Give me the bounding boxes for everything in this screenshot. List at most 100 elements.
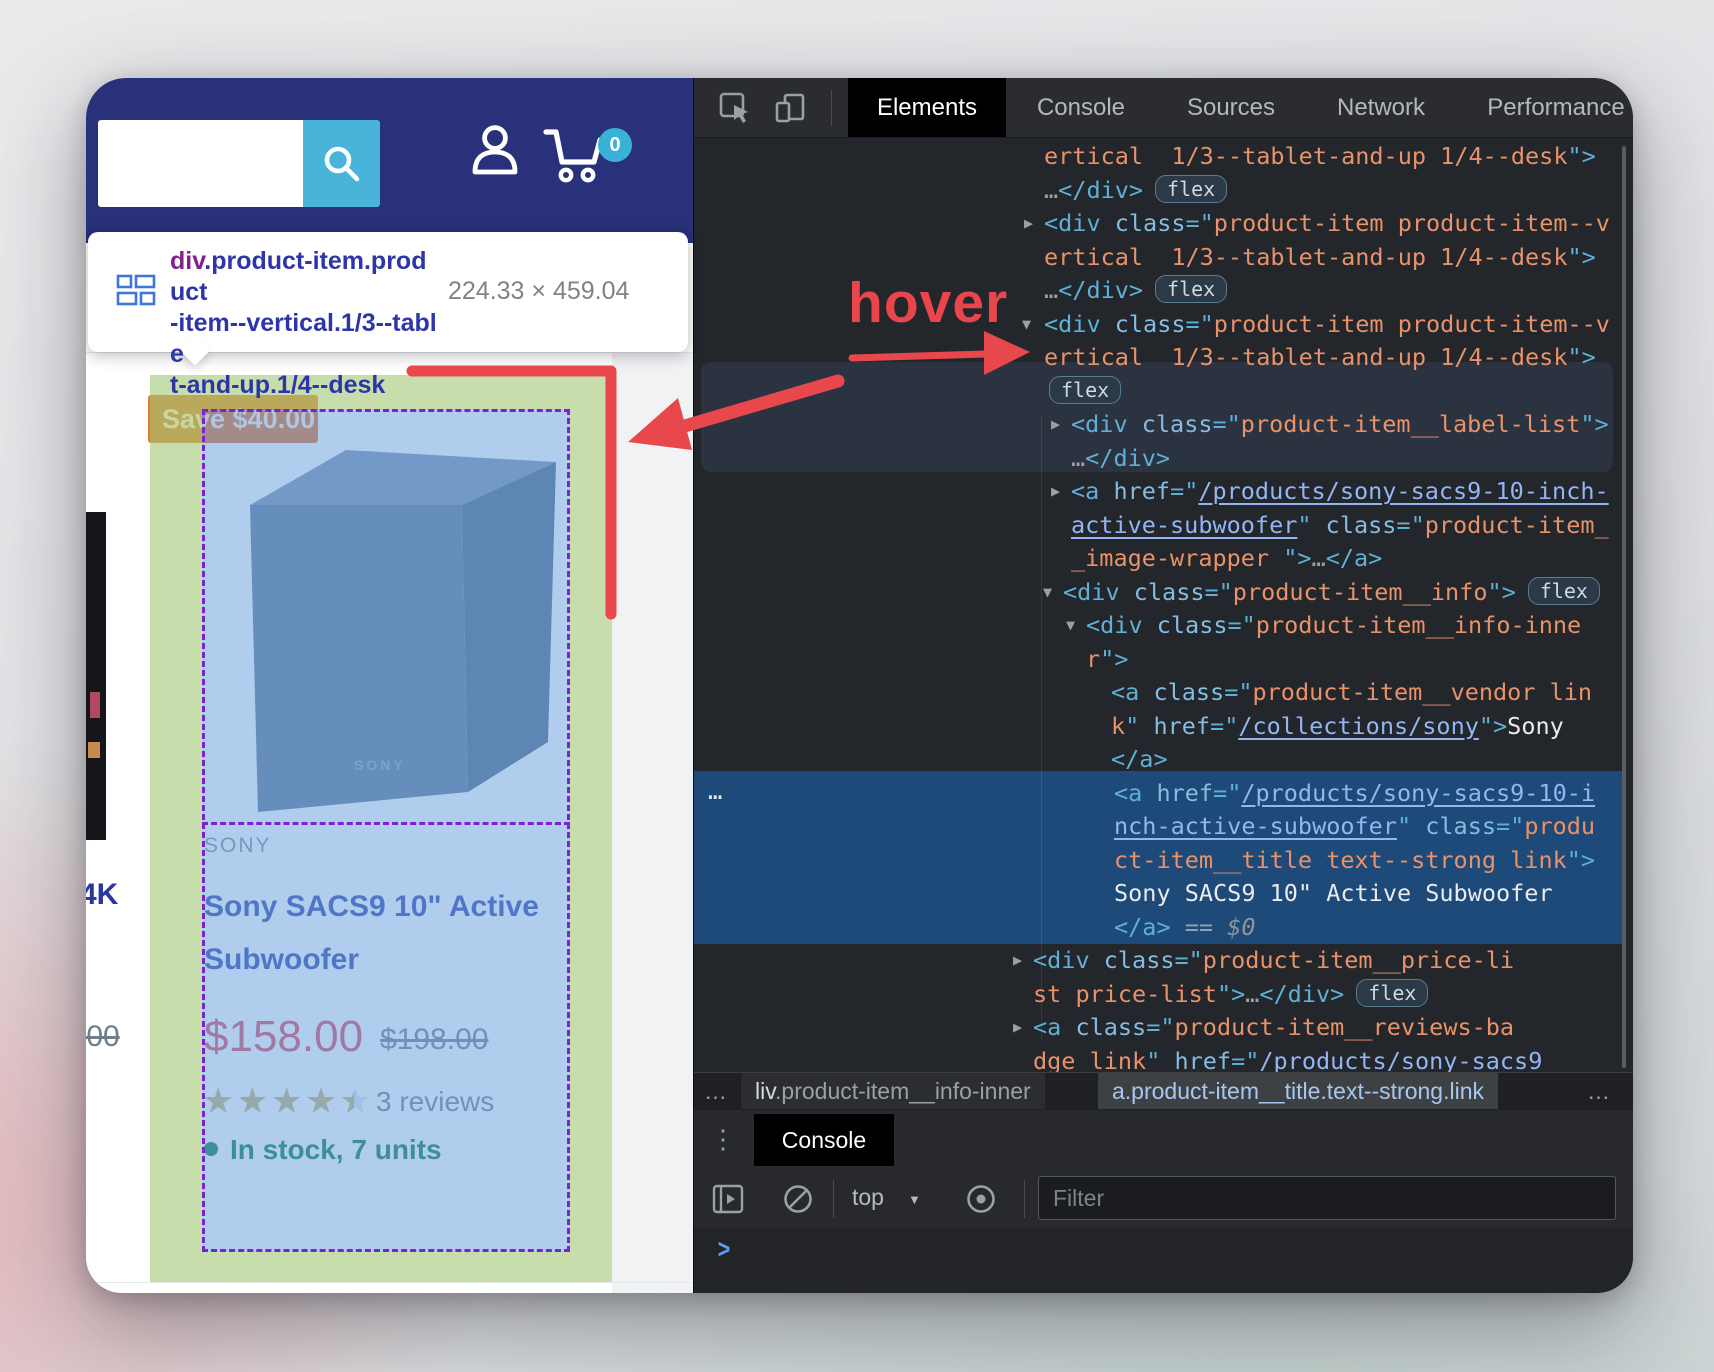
tab-network[interactable]: Network	[1316, 78, 1446, 137]
devtools-code-line[interactable]: ▼<div class="product-item product-item--…	[694, 308, 1633, 342]
devtools-code-line[interactable]: active-subwoofer" class="product-item_	[694, 509, 1633, 543]
code-text: k" href="/collections/sony">Sony	[1111, 710, 1564, 744]
neighbor-product-image	[86, 512, 106, 840]
hover-annotation-label: hover	[848, 270, 1008, 336]
devtools-code-line[interactable]: nch-active-subwoofer" class="produ	[694, 810, 1633, 844]
expand-arrow-icon[interactable]: ▶	[1051, 475, 1060, 509]
tab-elements[interactable]: Elements	[848, 78, 1006, 137]
devtools-code-line[interactable]: ▶<div class="product-item__price-li	[694, 944, 1633, 978]
inspect-element-icon[interactable]	[718, 91, 752, 125]
chevron-down-icon: ▼	[908, 1192, 921, 1207]
breadcrumb-item-info-inner[interactable]: liv.product-item__info-inner	[741, 1073, 1045, 1109]
drawer-tab-console[interactable]: Console	[754, 1114, 894, 1166]
code-text: flex	[1037, 375, 1121, 409]
page-pane: 0 4K .00 Save $40.00 SONY SONY Sony SACS…	[86, 78, 693, 1293]
devtools-code-line[interactable]: ▶<a class="product-item__reviews-ba	[694, 1011, 1633, 1045]
page-background-strip	[612, 353, 693, 1293]
search-button[interactable]	[303, 120, 380, 207]
devtools-code-line[interactable]: Sony SACS9 10" Active Subwoofer	[694, 877, 1633, 911]
collapse-arrow-icon[interactable]: ▼	[1022, 308, 1031, 342]
console-filter-input[interactable]	[1038, 1176, 1616, 1220]
browser-window: 0 4K .00 Save $40.00 SONY SONY Sony SACS…	[86, 78, 1633, 1293]
code-text: dge link" href="/products/sony-sacs9	[1033, 1045, 1542, 1073]
device-toolbar-icon[interactable]	[773, 91, 807, 125]
expand-arrow-icon[interactable]: ▶	[1051, 408, 1060, 442]
breadcrumb-overflow-left[interactable]: …	[704, 1073, 727, 1109]
console-drawer-tabbar: ⋮ Console	[694, 1110, 1633, 1171]
code-text: r">	[1086, 643, 1128, 677]
devtools-code-line[interactable]: ertical 1/3--tablet-and-up 1/4--desk">	[694, 241, 1633, 275]
devtools-code-line[interactable]: …</div>flex	[694, 274, 1633, 308]
flex-badge[interactable]: flex	[1356, 979, 1428, 1007]
expand-console-sidebar-icon[interactable]	[710, 1181, 746, 1217]
devtools-code-line[interactable]: ertical 1/3--tablet-and-up 1/4--desk">	[694, 140, 1633, 174]
tab-sources[interactable]: Sources	[1166, 78, 1296, 137]
expand-arrow-icon[interactable]: ▶	[1024, 207, 1033, 241]
tooltip-selector: div.product-item.product-item--vertical.…	[170, 246, 440, 401]
devtools-code-line[interactable]: ct-item__title text--strong link">	[694, 844, 1633, 878]
code-text: <div class="product-item__info">flex	[1063, 576, 1600, 610]
flex-badge[interactable]: flex	[1155, 275, 1227, 303]
devtools-code-line[interactable]: r">	[694, 643, 1633, 677]
devtools-code-line[interactable]: …</div>	[694, 442, 1633, 476]
devtools-code-line[interactable]: ertical 1/3--tablet-and-up 1/4--desk">	[694, 341, 1633, 375]
flex-badge[interactable]: flex	[1528, 577, 1600, 605]
code-text: <a class="product-item__vendor lin	[1111, 676, 1592, 710]
breadcrumb-item-title-link[interactable]: a.product-item__title.text--strong.link	[1098, 1073, 1498, 1109]
cart-icon[interactable]	[542, 126, 608, 184]
breadcrumb-overflow-right[interactable]: …	[1587, 1073, 1610, 1109]
code-text: ertical 1/3--tablet-and-up 1/4--desk">	[1044, 341, 1596, 375]
devtools-code-line[interactable]: ▼<div class="product-item__info-inne	[694, 609, 1633, 643]
account-icon[interactable]	[468, 122, 522, 178]
devtools-code-line[interactable]: st price-list">…</div>flex	[694, 978, 1633, 1012]
search-input[interactable]	[98, 120, 303, 207]
console-body[interactable]: >	[694, 1228, 1633, 1293]
devtools-tabbar: Elements Console Sources Network Perform…	[694, 78, 1633, 138]
flex-badge[interactable]: flex	[1155, 175, 1227, 203]
tab-console[interactable]: Console	[1016, 78, 1146, 137]
devtools-code-line[interactable]: ▼ <div class="product-item__info">flex	[694, 576, 1633, 610]
inspect-padding-overlay-right	[570, 409, 612, 1252]
code-text: Sony SACS9 10" Active Subwoofer	[1114, 877, 1553, 911]
code-text: …</div>	[1071, 442, 1170, 476]
collapse-arrow-icon[interactable]: ▼	[1066, 609, 1075, 643]
devtools-code-line[interactable]: k" href="/collections/sony">Sony	[694, 710, 1633, 744]
devtools-code-line[interactable]: <a href="/products/sony-sacs9-10-i	[694, 777, 1633, 811]
devtools-code-line[interactable]: ▶<div class="product-item__label-list">	[694, 408, 1633, 442]
code-text: st price-list">…</div>flex	[1033, 978, 1428, 1012]
inspect-content-overlay	[202, 409, 570, 1252]
devtools-pane: Elements Console Sources Network Perform…	[693, 78, 1633, 1293]
collapse-arrow-icon[interactable]: ▼	[1043, 576, 1052, 610]
layout-grid-icon	[116, 274, 156, 308]
eye-icon[interactable]	[960, 1182, 1002, 1216]
code-text: active-subwoofer" class="product-item_	[1071, 509, 1609, 543]
devtools-code-line[interactable]: </a>	[694, 743, 1633, 777]
flex-badge[interactable]: flex	[1049, 376, 1121, 404]
code-text: <a href="/products/sony-sacs9-10-i	[1114, 777, 1595, 811]
code-text: ertical 1/3--tablet-and-up 1/4--desk">	[1044, 140, 1596, 174]
context-selector[interactable]: top	[852, 1184, 884, 1211]
elements-scrollbar[interactable]	[1622, 146, 1626, 1068]
code-text: ct-item__title text--strong link">	[1114, 844, 1595, 878]
cart-count-badge: 0	[598, 128, 632, 162]
devtools-code-line[interactable]: dge link" href="/products/sony-sacs9	[694, 1045, 1633, 1073]
code-text: ertical 1/3--tablet-and-up 1/4--desk">	[1044, 241, 1596, 275]
expand-arrow-icon[interactable]: ▶	[1013, 944, 1022, 978]
clear-console-icon[interactable]	[780, 1181, 816, 1217]
neighbor-product-price-fragment: .00	[86, 1020, 120, 1054]
devtools-code-line[interactable]: ▶<div class="product-item product-item--…	[694, 207, 1633, 241]
devtools-code-line[interactable]: flex	[694, 375, 1633, 409]
console-toolbar: top ▼	[694, 1170, 1633, 1229]
inspect-tooltip: div.product-item.product-item--vertical.…	[88, 232, 688, 352]
kebab-menu-icon[interactable]: ⋮	[710, 1124, 736, 1155]
devtools-code-line[interactable]: </a> == $0	[694, 911, 1633, 945]
devtools-code-line[interactable]: <a class="product-item__vendor lin	[694, 676, 1633, 710]
devtools-code-line[interactable]: ▶<a href="/products/sony-sacs9-10-inch-	[694, 475, 1633, 509]
toolbar-divider	[833, 1180, 834, 1218]
devtools-code-line[interactable]: …</div>flex	[694, 174, 1633, 208]
tab-performance[interactable]: Performance	[1466, 78, 1633, 137]
code-text: </a>	[1111, 743, 1168, 777]
expand-arrow-icon[interactable]: ▶	[1013, 1011, 1022, 1045]
code-text: nch-active-subwoofer" class="produ	[1114, 810, 1595, 844]
devtools-code-line[interactable]: _image-wrapper ">…</a>	[694, 542, 1633, 576]
